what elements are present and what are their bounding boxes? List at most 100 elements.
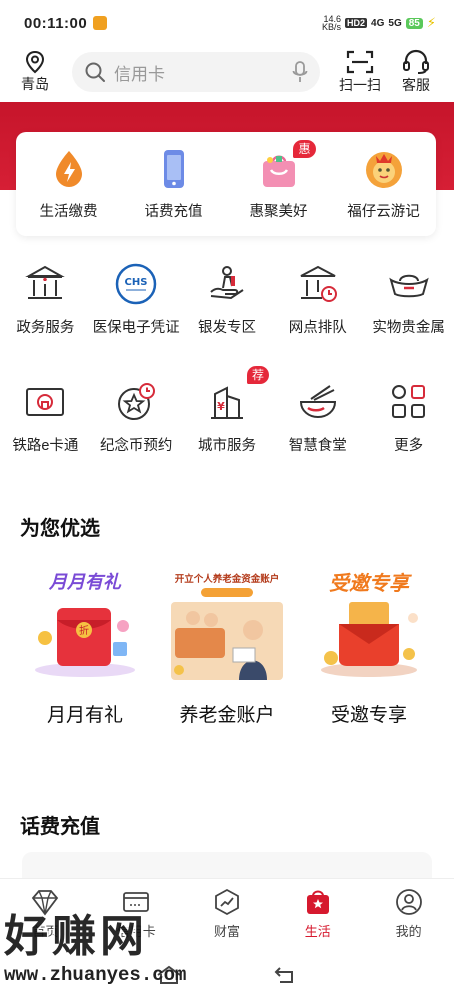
service-label: 智慧食堂 xyxy=(288,438,347,454)
home-nav-icon[interactable] xyxy=(156,964,182,986)
elder-care-icon xyxy=(210,266,244,300)
diamond-icon xyxy=(32,890,59,916)
tab-label: 我的 xyxy=(395,924,422,939)
top-header: 青岛 信用卡 扫一扫 客服 xyxy=(0,44,454,100)
microphone-icon[interactable] xyxy=(292,60,308,84)
chs-medical-icon: CHS xyxy=(115,263,157,305)
signal-4g: 4G xyxy=(371,17,385,29)
net-speed: 14.6 KB/s xyxy=(322,14,342,32)
life-bag-icon xyxy=(306,890,329,914)
service-label: 银发专区 xyxy=(197,320,256,336)
location-button[interactable]: 青岛 xyxy=(10,50,60,94)
svg-text:折: 折 xyxy=(79,624,89,637)
quick-item-label: 惠聚美好 xyxy=(249,204,308,220)
service-label: 城市服务 xyxy=(197,438,256,454)
tab-home[interactable]: 首页 xyxy=(0,879,91,950)
location-label: 青岛 xyxy=(21,76,49,92)
city-service-badge: 荐 xyxy=(246,366,269,384)
more-grid-icon xyxy=(391,385,425,418)
signal-5g: 5G xyxy=(388,17,402,29)
service-branch-queue[interactable]: 网点排队 xyxy=(272,262,363,380)
service-label: 铁路e卡通 xyxy=(12,438,79,454)
service-more[interactable]: 更多 xyxy=(363,380,454,498)
recommend-section-title: 为您优选 xyxy=(20,518,100,540)
svg-text:月月有礼: 月月有礼 xyxy=(48,572,122,593)
service-label: 客服 xyxy=(402,77,430,93)
quick-item-mascot-travel[interactable]: 福仔云游记 xyxy=(334,148,434,236)
tab-label: 财富 xyxy=(213,924,240,939)
notification-app-icon xyxy=(93,16,108,30)
promo-invited-exclusive[interactable]: 受邀专享 受邀专享 xyxy=(304,568,434,727)
tab-label: 信用卡 xyxy=(116,924,156,939)
recharge-section-title: 话费充值 xyxy=(20,816,100,838)
services-row-1: 政务服务 CHS 医保电子凭证 银发专区 网点排队 实物贵金属 xyxy=(0,262,454,380)
invited-exclusive-banner-image: 受邀专享 xyxy=(321,571,418,677)
service-label: 医保电子凭证 xyxy=(92,320,180,336)
headset-icon xyxy=(403,49,429,74)
government-building-icon xyxy=(25,265,66,299)
svg-text:CHS: CHS xyxy=(125,277,148,288)
svg-text:开立个人养老金资金账户: 开立个人养老金资金账户 xyxy=(175,573,280,585)
scan-label: 扫一扫 xyxy=(339,77,381,93)
recommend-list: 月月有礼 折 月月有礼 开立个人养老金资金账户 养老金账户 受邀专享 受邀专享 xyxy=(0,568,454,727)
wealth-chart-icon xyxy=(215,888,239,916)
railway-card-icon xyxy=(26,388,65,416)
coin-reserve-icon xyxy=(118,383,156,420)
status-indicators: 14.6 KB/s HD2 4G 5G 85 ⚡ xyxy=(322,14,436,32)
promo-pension-account[interactable]: 开立个人养老金资金账户 养老金账户 xyxy=(162,568,292,727)
bottom-tab-bar: 首页 信用卡 财富 生活 我的 xyxy=(0,878,454,950)
gold-ingot-icon xyxy=(388,274,429,298)
charging-icon: ⚡ xyxy=(426,15,436,30)
scan-button[interactable]: 扫一扫 xyxy=(332,49,388,95)
services-grid: 政务服务 CHS 医保电子凭证 银发专区 网点排队 实物贵金属 铁路e卡通 纪念… xyxy=(0,262,454,498)
services-row-2: 铁路e卡通 纪念币预约 ¥ 荐 城市服务 智慧食堂 更多 xyxy=(0,366,454,498)
tab-label: 生活 xyxy=(304,924,331,939)
branch-queue-icon xyxy=(300,265,337,302)
promo-label: 月月有礼 xyxy=(46,705,123,726)
tab-credit-card[interactable]: 信用卡 xyxy=(91,879,182,950)
service-label: 政务服务 xyxy=(16,320,75,336)
svg-text:¥: ¥ xyxy=(217,400,225,413)
quick-item-phone-recharge[interactable]: 话费充值 xyxy=(124,148,224,236)
service-railway-card[interactable]: 铁路e卡通 xyxy=(0,380,91,498)
promo-label: 受邀专享 xyxy=(330,705,407,726)
back-nav-icon[interactable] xyxy=(272,964,298,986)
search-icon xyxy=(85,62,105,82)
scan-icon xyxy=(346,50,374,74)
service-precious-metals[interactable]: 实物贵金属 xyxy=(363,262,454,380)
benefits-badge: 惠 xyxy=(293,140,316,158)
tab-label: 首页 xyxy=(32,924,59,939)
quick-item-benefits[interactable]: 惠 惠聚美好 xyxy=(229,140,329,236)
customer-service-button[interactable]: 客服 xyxy=(388,49,444,95)
status-bar: 00:11:00 14.6 KB/s HD2 4G 5G 85 ⚡ xyxy=(0,0,454,46)
service-medical-insurance[interactable]: CHS 医保电子凭证 xyxy=(91,262,182,380)
service-coin-reservation[interactable]: 纪念币预约 xyxy=(91,380,182,498)
promo-monthly-gift[interactable]: 月月有礼 折 月月有礼 xyxy=(20,568,150,727)
profile-icon xyxy=(395,889,422,915)
quick-item-label: 福仔云游记 xyxy=(347,204,420,220)
monthly-gift-banner-image: 月月有礼 折 xyxy=(35,572,135,677)
service-canteen[interactable]: 智慧食堂 xyxy=(272,380,363,498)
promo-label: 养老金账户 xyxy=(179,705,275,726)
battery-indicator: 85 xyxy=(405,17,423,29)
pension-account-banner-image: 开立个人养老金资金账户 xyxy=(171,573,283,680)
tab-mine[interactable]: 我的 xyxy=(363,879,454,950)
service-label: 更多 xyxy=(394,438,424,454)
service-label: 网点排队 xyxy=(288,320,347,336)
credit-card-icon xyxy=(123,892,150,912)
city-service-icon: ¥ 荐 xyxy=(205,366,269,424)
location-pin-icon xyxy=(25,50,45,74)
quick-item-label: 话费充值 xyxy=(144,204,203,220)
canteen-bowl-icon xyxy=(299,385,336,419)
phone-icon xyxy=(163,150,184,188)
service-elder-zone[interactable]: 银发专区 xyxy=(182,262,273,380)
hd-indicator: HD2 xyxy=(345,18,368,28)
service-city[interactable]: ¥ 荐 城市服务 xyxy=(182,366,273,498)
search-input[interactable]: 信用卡 xyxy=(72,52,320,92)
service-government[interactable]: 政务服务 xyxy=(0,262,91,380)
tab-wealth[interactable]: 财富 xyxy=(182,879,273,950)
mascot-icon xyxy=(365,152,402,188)
tab-life[interactable]: 生活 xyxy=(272,879,363,950)
quick-item-utility-payment[interactable]: 生活缴费 xyxy=(19,148,119,236)
service-label: 实物贵金属 xyxy=(372,320,445,336)
